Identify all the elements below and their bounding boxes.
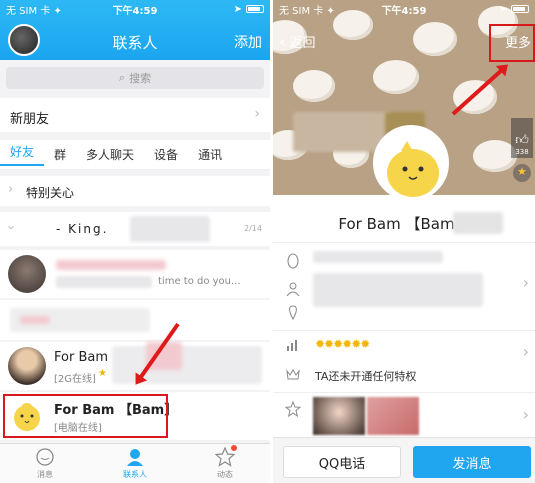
nav-label: 动态 [217, 470, 233, 479]
like-button[interactable]: 👍︎ 338 [511, 118, 533, 158]
tab-groups[interactable]: 群 [44, 146, 76, 163]
thumbs-up-icon: 👍︎ [515, 133, 529, 148]
tab-devices[interactable]: 设备 [144, 146, 188, 163]
contact-avatar [8, 255, 46, 293]
nav-contacts[interactable]: 联系人 [105, 447, 165, 480]
contact-row[interactable]: time to do you... [0, 250, 270, 298]
back-button[interactable]: ‹ 返回 [279, 32, 316, 51]
location-icon [289, 305, 297, 321]
group-count: 2/14 [244, 224, 262, 233]
profile-screen: 无 SIM 卡 ✦ 下午4:59 ➤ ‹ 返回 更多 👍︎ 338 ★ For … [273, 0, 535, 483]
qq-call-button[interactable]: QQ电话 [283, 446, 401, 478]
redacted-block [56, 276, 152, 288]
group-special[interactable]: › 特别关心 [0, 176, 270, 206]
level-suns-icon: ✹✹✹✹✹✹ [315, 337, 370, 351]
contact-avatar [8, 347, 46, 385]
info-row-account[interactable]: › [273, 242, 535, 326]
chevron-right-icon: › [254, 106, 260, 122]
redacted-block [313, 251, 443, 263]
search-icon: ⌕ [118, 71, 126, 84]
chevron-right-icon: › [522, 342, 529, 361]
highlight-box [489, 24, 535, 62]
level-chart-icon [287, 340, 297, 351]
contacts-screen: 无 SIM 卡 ✦ 下午4:59 ➤ 联系人 添加 ⌕ 搜索 新朋友 › 好友 … [0, 0, 270, 483]
carrier-text: 无 SIM 卡 ✦ [279, 5, 335, 17]
status-time: 下午4:59 [381, 5, 427, 17]
chat-bubble-icon [36, 448, 54, 466]
tab-friends[interactable]: 好友 [0, 143, 45, 166]
info-row-level[interactable]: ✹✹✹✹✹✹ [273, 330, 535, 358]
bottom-nav: 消息 联系人 动态 [0, 443, 270, 483]
profile-avatar[interactable] [373, 125, 449, 201]
notification-dot [231, 445, 237, 451]
message-snippet: time to do you... [158, 276, 241, 287]
redacted-block [453, 212, 503, 234]
contact-status: [2G在线] [54, 374, 96, 385]
photo-thumb [367, 397, 419, 435]
photo-thumb [313, 397, 365, 435]
vip-badge-icon[interactable]: ★ [513, 164, 531, 182]
contact-row[interactable] [0, 300, 270, 340]
person-icon [127, 449, 143, 466]
status-bar: 无 SIM 卡 ✦ 下午4:59 ➤ [0, 0, 270, 18]
chevron-left-icon: ‹ [279, 32, 286, 51]
crown-icon [286, 369, 300, 380]
status-time: 下午4:59 [112, 5, 158, 17]
location-icon: ➤ [233, 3, 242, 15]
page-title: 联系人 [112, 34, 158, 52]
vip-text: TA还未开通任何特权 [315, 370, 417, 383]
redacted-block [56, 260, 166, 270]
person-icon [286, 282, 300, 297]
new-friends-item[interactable]: 新朋友 › [0, 98, 270, 132]
contact-tabs: 好友 群 多人聊天 设备 通讯 [0, 140, 270, 170]
highlight-box [3, 394, 168, 438]
search-placeholder: 搜索 [129, 72, 152, 85]
contact-name: For Bam [54, 350, 108, 365]
back-label: 返回 [289, 36, 316, 51]
group-label: 特别关心 [26, 186, 75, 200]
battery-icon [246, 5, 264, 13]
action-bar: QQ电话 发消息 [273, 437, 535, 483]
info-row-vip[interactable]: TA还未开通任何特权 › [273, 342, 535, 390]
chevron-right-icon: › [522, 273, 529, 292]
group-king[interactable]: › - King. 2/14 [0, 212, 270, 246]
battery-icon [511, 5, 529, 13]
group-label: - King. [56, 222, 109, 236]
send-message-button[interactable]: 发消息 [413, 446, 531, 478]
nav-label: 联系人 [123, 470, 147, 479]
search-input[interactable]: ⌕ 搜索 [6, 67, 264, 89]
new-friends-label: 新朋友 [10, 112, 50, 127]
screenshot-composite: 无 SIM 卡 ✦ 下午4:59 ➤ 联系人 添加 ⌕ 搜索 新朋友 › 好友 … [0, 0, 535, 483]
penguin-icon [287, 253, 299, 269]
tab-addressbook[interactable]: 通讯 [188, 146, 232, 163]
carrier-text: 无 SIM 卡 ✦ [6, 5, 62, 17]
location-icon: ➤ [498, 3, 507, 15]
nav-label: 消息 [37, 470, 53, 479]
add-button[interactable]: 添加 [234, 32, 262, 52]
like-count: 338 [515, 148, 529, 156]
tab-multichat[interactable]: 多人聊天 [76, 146, 144, 163]
status-bar: 无 SIM 卡 ✦ 下午4:59 ➤ [273, 0, 535, 18]
redacted-block [20, 316, 50, 324]
chevron-right-icon: › [522, 405, 529, 424]
redacted-block [130, 216, 210, 242]
star-icon: ★ [98, 368, 107, 379]
nav-messages[interactable]: 消息 [15, 447, 75, 480]
chevron-down-icon: › [3, 224, 19, 231]
info-row-photos[interactable]: › [273, 392, 535, 438]
nav-feed[interactable]: 动态 [195, 445, 255, 480]
chevron-right-icon: › [8, 182, 14, 197]
redacted-block [313, 273, 483, 307]
star-outline-icon [285, 401, 301, 417]
